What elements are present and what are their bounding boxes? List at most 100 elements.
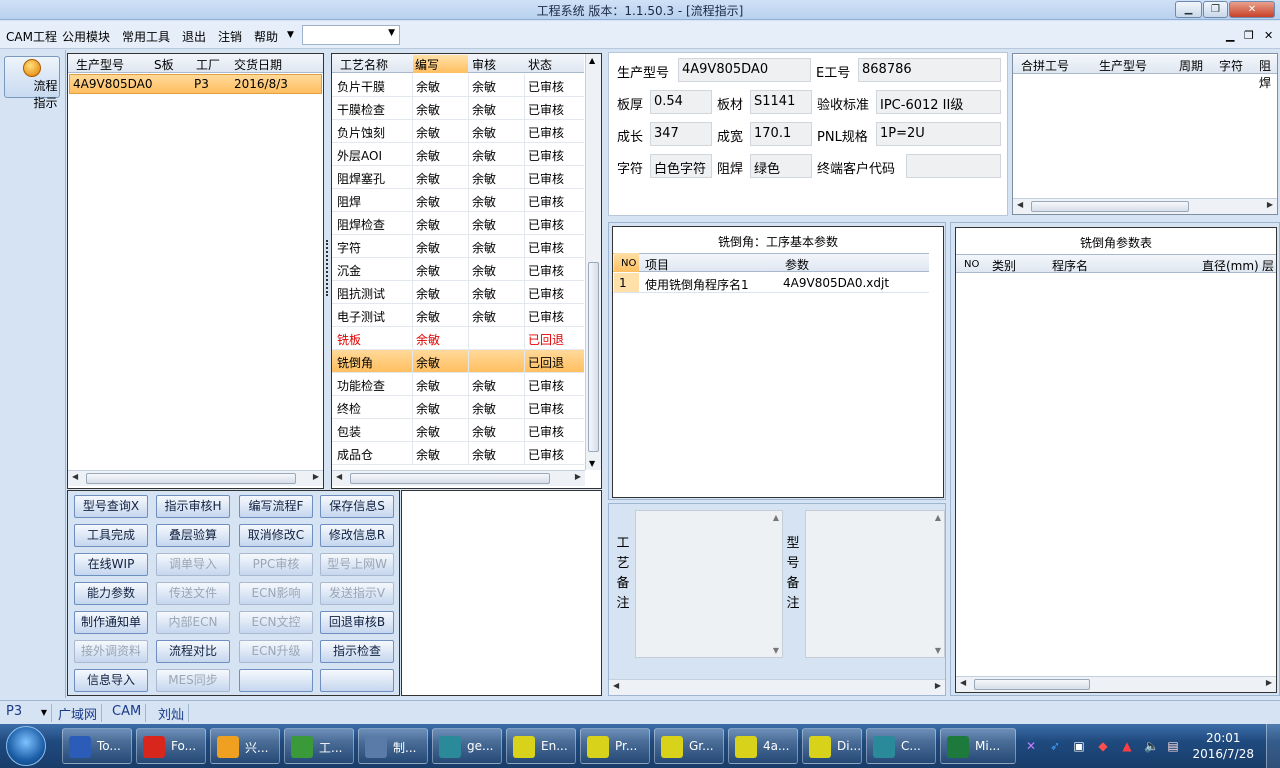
taskbar-item[interactable]: 4a... (728, 728, 798, 764)
table-row[interactable]: 负片蚀刻 余敏 余敏 已审核 (332, 120, 584, 143)
network-icon[interactable]: ▤ (1166, 739, 1180, 753)
menu-logout[interactable]: 注销 (218, 28, 242, 45)
col-date[interactable]: 交货日期 (234, 56, 282, 73)
table-row[interactable]: 阻焊塞孔 余敏 余敏 已审核 (332, 166, 584, 189)
maximize-button[interactable]: ❐ (1203, 1, 1228, 18)
char-field[interactable]: 白色字符 (650, 154, 712, 178)
col-status[interactable]: 状态 (528, 56, 552, 73)
flow-guide-button[interactable]: 流程指示 (4, 56, 60, 110)
table-row[interactable]: 4A9V805DA0 P3 2016/8/3 (69, 74, 322, 94)
table-row[interactable]: 阻抗测试 余敏 余敏 已审核 (332, 281, 584, 304)
action-button-1[interactable]: 型号查询X (74, 495, 148, 518)
taskbar-item[interactable]: Pr... (580, 728, 650, 764)
action-button-20[interactable]: 回退审核B (320, 611, 394, 634)
col-reviewer[interactable]: 审核 (472, 56, 496, 73)
action-button-5[interactable]: 工具完成 (74, 524, 148, 547)
col-item[interactable]: 项目 (645, 256, 669, 273)
mdi-minimize-icon[interactable]: ▁ (1226, 29, 1234, 42)
action-button-3[interactable]: 编写流程F (239, 495, 313, 518)
table-row[interactable]: 电子测试 余敏 余敏 已审核 (332, 304, 584, 327)
menu-tools[interactable]: 常用工具 (122, 28, 170, 45)
col-process-name[interactable]: 工艺名称 (340, 56, 388, 73)
table-row[interactable]: 铣倒角 余敏 已回退 (332, 350, 584, 373)
tray-device-icon[interactable]: ▣ (1072, 739, 1086, 753)
col-param-no[interactable]: NO (964, 259, 979, 270)
action-button-19[interactable]: ECN文控 (239, 611, 313, 634)
menu-combo-box[interactable]: ▼ (302, 25, 400, 45)
notes-hscrollbar[interactable]: ◀ ▶ (609, 679, 945, 695)
action-button-11[interactable]: PPC审核 (239, 553, 313, 576)
tray-bird-icon[interactable]: ➶ (1048, 739, 1062, 753)
action-button-10[interactable]: 调单导入 (156, 553, 230, 576)
menu-common[interactable]: 公用模块 (62, 28, 110, 45)
clock[interactable]: 20:01 2016/7/28 (1192, 730, 1254, 762)
factory-selector[interactable]: P3 ▼ (2, 704, 52, 722)
action-button-6[interactable]: 叠层验算 (156, 524, 230, 547)
col-s-board[interactable]: S板 (154, 56, 174, 73)
close-button[interactable]: ✕ (1229, 1, 1275, 18)
table-row[interactable]: 沉金 余敏 余敏 已审核 (332, 258, 584, 281)
action-button-8[interactable]: 修改信息R (320, 524, 394, 547)
taskbar-item[interactable]: 兴... (210, 728, 280, 764)
col-factory[interactable]: 工厂 (196, 56, 220, 73)
volume-icon[interactable]: 🔈 (1144, 739, 1159, 753)
solder-field[interactable]: 绿色 (750, 154, 812, 178)
col-merge-no[interactable]: 合拼工号 (1021, 57, 1069, 74)
model-note-textarea[interactable]: ▲ ▼ (805, 510, 945, 658)
col-merge-char[interactable]: 字符 (1219, 57, 1243, 74)
width-field[interactable]: 170.1 (750, 122, 812, 146)
col-param[interactable]: 参数 (785, 256, 809, 273)
taskbar-item[interactable]: 制... (358, 728, 428, 764)
show-desktop-button[interactable] (1266, 724, 1280, 768)
start-button[interactable] (6, 726, 46, 766)
table-row[interactable]: 铣板 余敏 已回退 (332, 327, 584, 350)
menu-help[interactable]: 帮助 (254, 28, 278, 45)
merge-hscrollbar[interactable]: ◀ ▶ (1013, 198, 1277, 214)
table-row[interactable]: 字符 余敏 余敏 已审核 (332, 235, 584, 258)
action-button-15[interactable]: ECN影响 (239, 582, 313, 605)
tray-x-icon[interactable]: ✕ (1024, 739, 1038, 753)
table-row[interactable]: 阻焊 余敏 余敏 已审核 (332, 189, 584, 212)
col-program[interactable]: 程序名 (1052, 257, 1088, 274)
taskbar-item[interactable]: Di... (802, 728, 862, 764)
table-row[interactable]: 终检 余敏 余敏 已审核 (332, 396, 584, 419)
param-hscrollbar[interactable]: ◀ ▶ (956, 676, 1276, 692)
table-row[interactable]: 功能检查 余敏 余敏 已审核 (332, 373, 584, 396)
action-button-17[interactable]: 制作通知单 (74, 611, 148, 634)
menu-exit[interactable]: 退出 (182, 28, 206, 45)
col-model[interactable]: 生产型号 (76, 56, 124, 73)
col-layer[interactable]: 层 (1262, 257, 1274, 274)
col-diameter[interactable]: 直径(mm) (1202, 257, 1259, 274)
pnl-field[interactable]: 1P=2U (876, 122, 1001, 146)
process-hscrollbar[interactable]: ◀ ▶ (332, 470, 585, 486)
action-button-22[interactable]: 流程对比 (156, 640, 230, 663)
taskbar-item[interactable]: En... (506, 728, 576, 764)
menu-cam[interactable]: CAM工程 (6, 28, 57, 45)
col-merge-model[interactable]: 生产型号 (1099, 57, 1147, 74)
action-button-23[interactable]: ECN升级 (239, 640, 313, 663)
action-button-18[interactable]: 内部ECN (156, 611, 230, 634)
taskbar-item[interactable]: Mi... (940, 728, 1016, 764)
taskbar-item[interactable]: Gr... (654, 728, 724, 764)
model-field[interactable]: 4A9V805DA0 (678, 58, 811, 82)
taskbar-item[interactable]: Fo... (136, 728, 206, 764)
table-row[interactable]: 阻焊检查 余敏 余敏 已审核 (332, 212, 584, 235)
col-category[interactable]: 类别 (992, 257, 1016, 274)
standard-field[interactable]: IPC-6012 II级 (876, 90, 1001, 114)
action-button-4[interactable]: 保存信息S (320, 495, 394, 518)
table-row[interactable]: 外层AOI 余敏 余敏 已审核 (332, 143, 584, 166)
table-row[interactable]: 1 使用铣倒角程序名1 4A9V805DA0.xdjt (613, 273, 929, 293)
taskbar-item[interactable]: 工... (284, 728, 354, 764)
taskbar-item[interactable]: To... (62, 728, 132, 764)
mdi-close-icon[interactable]: ✕ (1264, 29, 1273, 42)
action-button-7[interactable]: 取消修改C (239, 524, 313, 547)
action-button-2[interactable]: 指示审核H (156, 495, 230, 518)
action-button-9[interactable]: 在线WIP (74, 553, 148, 576)
thickness-field[interactable]: 0.54 (650, 90, 712, 114)
taskbar-item[interactable]: C... (866, 728, 936, 764)
action-button-28[interactable] (320, 669, 394, 692)
length-field[interactable]: 347 (650, 122, 712, 146)
action-button-24[interactable]: 指示检查 (320, 640, 394, 663)
minimize-button[interactable]: ▁ (1175, 1, 1202, 18)
table-row[interactable]: 干膜检查 余敏 余敏 已审核 (332, 97, 584, 120)
